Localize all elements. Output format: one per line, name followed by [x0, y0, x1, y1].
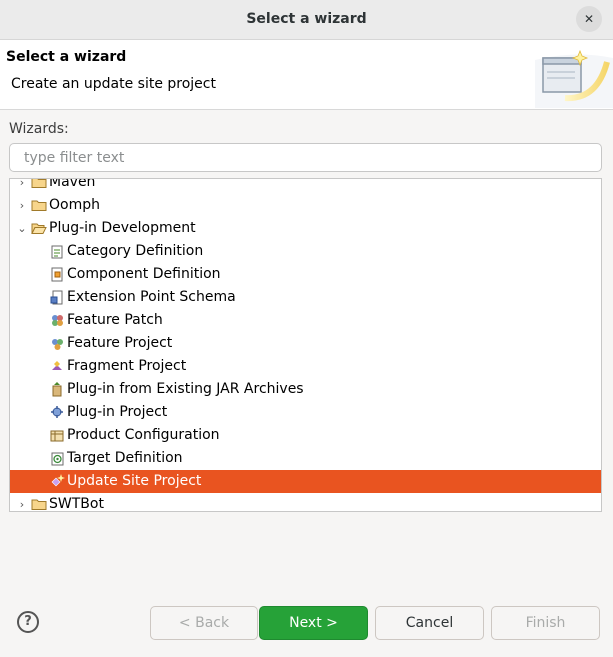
help-icon: ?: [24, 614, 32, 629]
window-title: Select a wizard: [246, 11, 367, 27]
close-button[interactable]: ✕: [576, 6, 602, 32]
tree-item-feature-project[interactable]: Feature Project: [10, 332, 601, 355]
title-bar: Select a wizard ✕: [0, 0, 613, 40]
plugin-from-jar-icon: [52, 382, 62, 397]
tree-item-fragment-project[interactable]: Fragment Project: [10, 355, 601, 378]
wizards-label: Wizards:: [9, 121, 69, 137]
feature-project-icon: [52, 339, 63, 350]
tree-item-label: Component Definition: [67, 266, 221, 282]
tree-item-label: Maven: [49, 178, 96, 190]
tree-item-label: Update Site Project: [67, 473, 202, 489]
chevron-right-icon[interactable]: ›: [16, 179, 28, 194]
tree-item-label: Plug-in Development: [49, 220, 196, 236]
tree-item-label: Feature Patch: [67, 312, 163, 328]
tree-item-plugin-development[interactable]: ⌄ Plug-in Development: [10, 217, 601, 240]
folder-icon: [31, 499, 47, 510]
tree-item-oomph[interactable]: › Oomph: [10, 194, 601, 217]
finish-button[interactable]: Finish: [491, 606, 600, 640]
banner-description: Create an update site project: [11, 76, 216, 92]
tree-item-label: Target Definition: [67, 450, 183, 466]
filter-input[interactable]: [9, 143, 602, 172]
folder-icon: [31, 179, 47, 188]
next-button[interactable]: Next >: [259, 606, 368, 640]
open-folder-icon: [31, 223, 47, 234]
tree-item-extension-point-schema[interactable]: Extension Point Schema: [10, 286, 601, 309]
component-definition-icon: [51, 267, 63, 282]
tree-item-plugin-from-jar[interactable]: Plug-in from Existing JAR Archives: [10, 378, 601, 401]
extension-point-schema-icon: [50, 290, 63, 305]
tree-item-label: SWTBot: [49, 496, 104, 512]
cancel-button[interactable]: Cancel: [375, 606, 484, 640]
plugin-project-icon: [51, 406, 63, 418]
tree-item-label: Plug-in Project: [67, 404, 168, 420]
folder-icon: [31, 200, 47, 211]
tree-item-label: Product Configuration: [67, 427, 220, 443]
tree-item-label: Extension Point Schema: [67, 289, 236, 305]
fragment-project-icon: [52, 361, 62, 370]
tree-item-category-definition[interactable]: Category Definition: [10, 240, 601, 263]
chevron-down-icon[interactable]: ⌄: [16, 217, 28, 240]
feature-patch-icon: [52, 315, 63, 326]
close-icon: ✕: [583, 12, 595, 26]
tree-item-target-definition[interactable]: Target Definition: [10, 447, 601, 470]
chevron-right-icon[interactable]: ›: [16, 493, 28, 511]
back-button[interactable]: < Back: [150, 606, 258, 640]
wizard-banner-icon: [535, 49, 613, 108]
help-button[interactable]: ?: [17, 611, 39, 633]
banner-title: Select a wizard: [6, 49, 127, 65]
wizard-tree[interactable]: › Maven › Oomph ⌄ Plug-in Development Ca…: [9, 178, 602, 512]
tree-item-label: Oomph: [49, 197, 100, 213]
tree-item-product-configuration[interactable]: Product Configuration: [10, 424, 601, 447]
tree-item-component-definition[interactable]: Component Definition: [10, 263, 601, 286]
tree-item-label: Fragment Project: [67, 358, 187, 374]
chevron-right-icon[interactable]: ›: [16, 194, 28, 217]
tree-item-label: Feature Project: [67, 335, 173, 351]
tree-item-label: Category Definition: [67, 243, 204, 259]
tree-item-label: Plug-in from Existing JAR Archives: [67, 381, 304, 397]
target-definition-icon: [51, 452, 64, 466]
product-configuration-icon: [50, 430, 64, 442]
wizard-banner: Select a wizard Create an update site pr…: [0, 40, 613, 110]
tree-item-swtbot[interactable]: › SWTBot: [10, 493, 601, 512]
tree-item-feature-patch[interactable]: Feature Patch: [10, 309, 601, 332]
tree-item-plugin-project[interactable]: Plug-in Project: [10, 401, 601, 424]
tree-item-update-site-project[interactable]: Update Site Project: [10, 470, 601, 493]
wizard-dialog: Select a wizard ✕ Select a wizard Create…: [0, 0, 613, 657]
tree-item-maven[interactable]: › Maven: [10, 178, 601, 194]
update-site-project-icon: [51, 474, 65, 487]
category-definition-icon: [51, 245, 63, 259]
